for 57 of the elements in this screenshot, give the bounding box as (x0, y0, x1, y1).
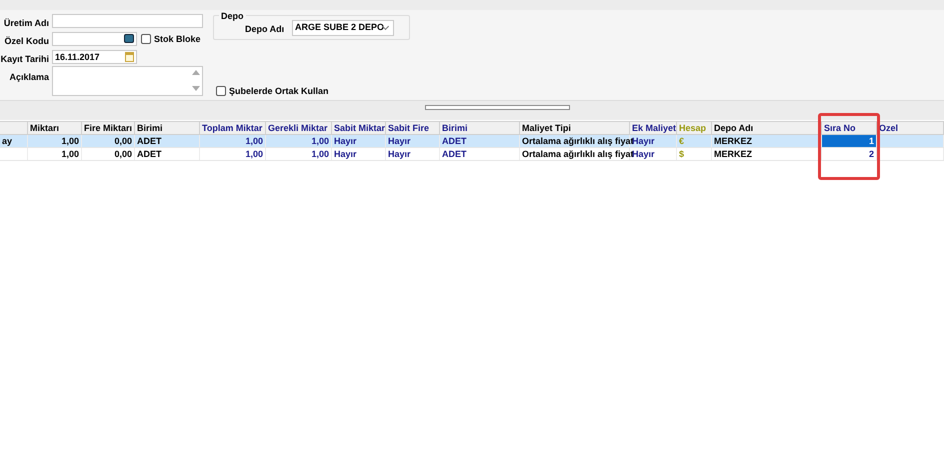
table-cell: 0,00 (82, 148, 135, 160)
table-cell: € (677, 135, 712, 147)
table-cell: Hayır (332, 148, 386, 160)
table-cell: 1 (822, 135, 877, 147)
column-header[interactable]: Ek Maliyet (630, 122, 677, 134)
table-cell: 1,00 (266, 148, 332, 160)
checkbox-label: Stok Bloke (154, 33, 201, 46)
splitter-handle[interactable] (424, 105, 570, 110)
field-label: Üretim Adı (4, 17, 49, 30)
table-cell: Hayır (386, 148, 440, 160)
table-cell: ADET (440, 135, 520, 147)
table-cell: MERKEZ (712, 148, 822, 160)
column-header[interactable]: Miktarı (28, 122, 82, 134)
table-cell: 1,00 (200, 148, 266, 160)
table-cell: Hayır (332, 135, 386, 147)
table-cell: ADET (135, 148, 200, 160)
checkbox-label: Şubelerde Ortak Kullan (229, 85, 329, 98)
column-header[interactable]: Maliyet Tipi (520, 122, 630, 134)
table-cell: 2 (822, 148, 877, 160)
table-cell: 1,00 (28, 135, 82, 147)
column-header[interactable]: Fire Miktarı (82, 122, 135, 134)
table-row[interactable]: 1,00 0,00 ADET 1,00 1,00 Hayır Hayır ADET Ortalama ağırlıklı alış fiyatHayır $ MERKEZ 2 (0, 148, 944, 161)
column-header[interactable]: Birimi (135, 122, 200, 134)
column-header[interactable]: Ozel (877, 122, 944, 134)
table-cell: ay (0, 135, 28, 147)
calendar-icon[interactable] (125, 52, 134, 62)
column-header[interactable]: Gerekli Miktar (266, 122, 332, 134)
text-field[interactable] (52, 32, 137, 46)
checkbox[interactable] (141, 34, 151, 44)
field-label: Kayıt Tarihi (0, 53, 49, 66)
table-cell: Hayır (386, 135, 440, 147)
field-label: Depo Adı (245, 23, 284, 36)
textarea-field[interactable] (52, 66, 203, 96)
dropdown[interactable]: ARGE SUBE 2 DEPO (292, 20, 394, 36)
table-cell: 1,00 (200, 135, 266, 147)
column-header[interactable]: Toplam Miktar (200, 122, 266, 134)
field-label: Açıklama (9, 71, 49, 84)
checkbox[interactable] (216, 86, 226, 96)
date-field[interactable]: 16.11.2017 (52, 50, 137, 64)
column-header[interactable]: Sabit Miktar (332, 122, 386, 134)
table-cell: 0,00 (82, 135, 135, 147)
table-cell: $ (677, 148, 712, 160)
table-cell: 1,00 (266, 135, 332, 147)
column-header[interactable]: Sıra No (822, 122, 877, 134)
column-header[interactable]: Depo Adı (712, 122, 822, 134)
table-cell: ADET (440, 148, 520, 160)
text-field[interactable] (52, 14, 203, 28)
column-header[interactable]: Sabit Fire (386, 122, 440, 134)
table-cell: 1,00 (28, 148, 82, 160)
table-row[interactable]: ay 1,00 0,00 ADET 1,00 1,00 Hayır Hayır ADET Ortalama ağırlıklı alış fiyatHayır € MERKEZ 1 (0, 135, 944, 148)
field-label: Özel Kodu (4, 35, 49, 48)
scroll-up-icon[interactable] (192, 70, 200, 75)
scroll-down-icon[interactable] (192, 86, 200, 91)
table-cell: ADET (135, 135, 200, 147)
group-title: Depo (219, 10, 246, 24)
lookup-icon[interactable] (124, 34, 134, 43)
column-header[interactable]: Birimi (440, 122, 520, 134)
